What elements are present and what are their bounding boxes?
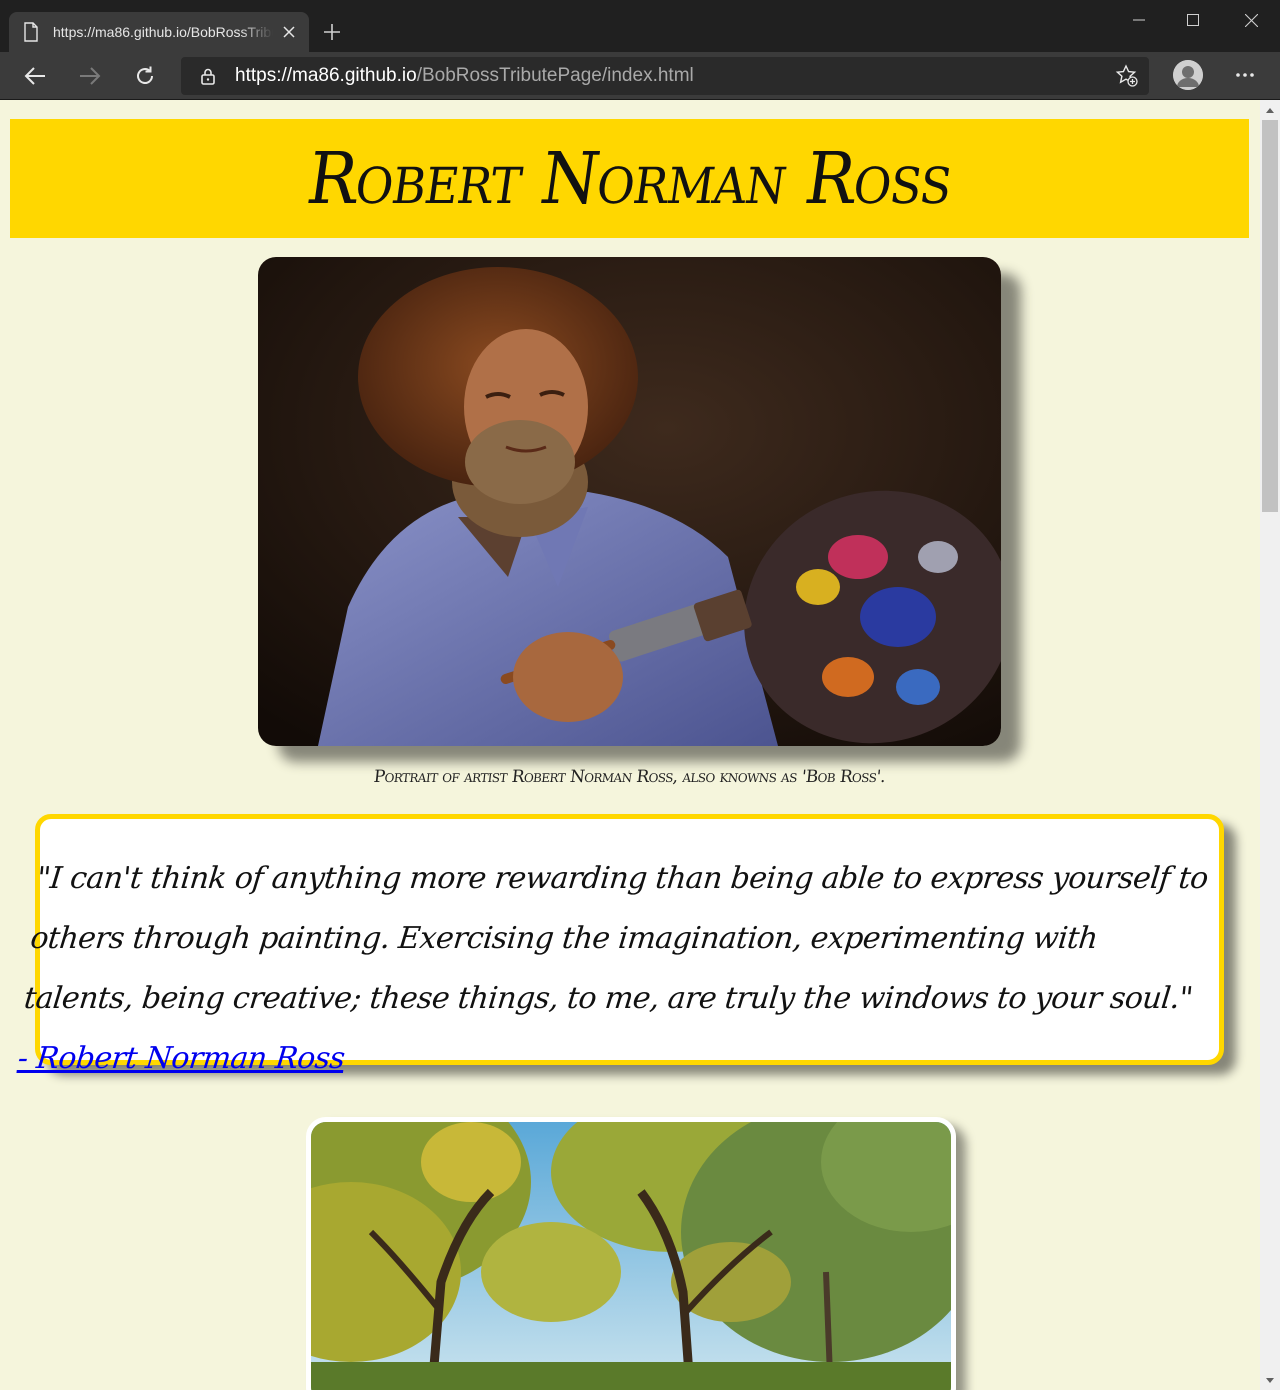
page-title: Robert Norman Ross: [301, 136, 958, 221]
portrait-caption: Portrait of artist Robert Norman Ross, a…: [372, 767, 887, 787]
vertical-scrollbar[interactable]: [1260, 100, 1280, 1390]
minimize-icon[interactable]: [1124, 8, 1154, 32]
tab-title: https://ma86.github.io/BobRossTributePag…: [53, 24, 273, 40]
scroll-up-arrow-icon[interactable]: [1260, 102, 1280, 118]
tab-strip: https://ma86.github.io/BobRossTributePag…: [0, 0, 1280, 52]
quote-box: "I can't think of anything more rewardin…: [16, 814, 1224, 1076]
new-tab-button[interactable]: [318, 18, 346, 46]
scroll-down-arrow-icon[interactable]: [1260, 1372, 1280, 1388]
browser-tab[interactable]: https://ma86.github.io/BobRossTributePag…: [9, 12, 309, 52]
url-text: https://ma86.github.io/BobRossTributePag…: [235, 65, 694, 86]
close-tab-icon[interactable]: [279, 22, 299, 42]
scrollbar-thumb[interactable]: [1262, 120, 1278, 512]
quote-text: "I can't think of anything more rewardin…: [15, 849, 1219, 1089]
maximize-icon[interactable]: [1178, 8, 1208, 32]
lock-icon[interactable]: [199, 67, 217, 85]
forward-icon[interactable]: [74, 60, 106, 92]
landscape-painting-image: [306, 1117, 956, 1390]
more-options-icon[interactable]: [1230, 60, 1260, 90]
portrait-image: [258, 257, 1001, 746]
address-bar[interactable]: https://ma86.github.io/BobRossTributePag…: [181, 57, 1149, 95]
close-window-icon[interactable]: [1236, 8, 1266, 32]
browser-toolbar: https://ma86.github.io/BobRossTributePag…: [0, 52, 1280, 100]
page-viewport: Robert Norman Ross Portrait of artist Ro…: [0, 100, 1260, 1390]
page-header: Robert Norman Ross: [10, 119, 1249, 238]
quote-body: "I can't think of anything more rewardin…: [22, 861, 1210, 1016]
profile-avatar[interactable]: [1173, 60, 1203, 90]
back-icon[interactable]: [19, 60, 51, 92]
quote-author-link[interactable]: - Robert Norman Ross: [16, 1041, 346, 1076]
page-icon: [23, 22, 39, 42]
refresh-icon[interactable]: [129, 60, 161, 92]
add-favorite-icon[interactable]: [1115, 64, 1139, 88]
